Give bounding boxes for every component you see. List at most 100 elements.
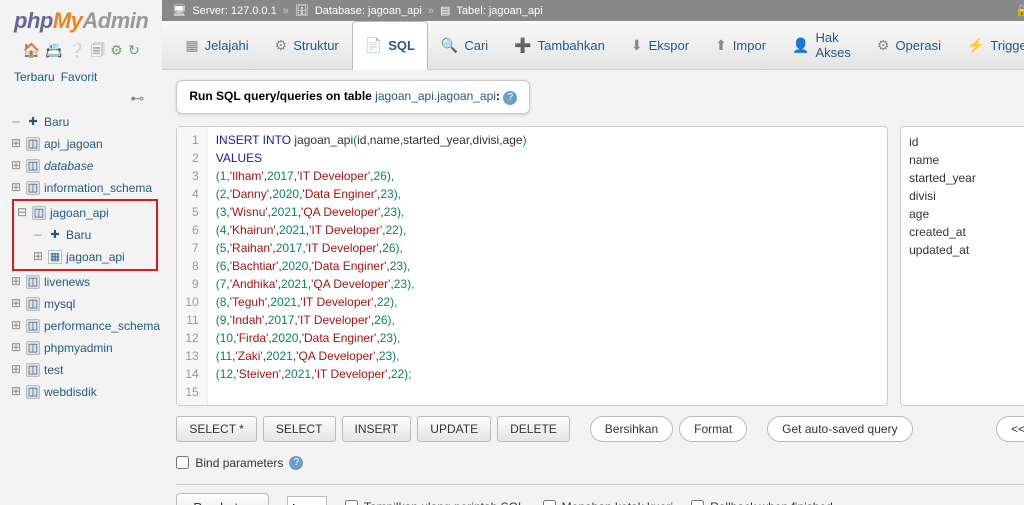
tree-new-table[interactable]: —✚Baru: [14, 224, 156, 246]
settings-icon[interactable]: ⚙: [110, 42, 123, 58]
tab-icon: ▦: [185, 37, 198, 54]
logo-php: php: [14, 8, 53, 33]
tab-struktur[interactable]: ⚙Struktur: [262, 21, 352, 69]
column-divisi[interactable]: divisi: [909, 187, 1024, 205]
retain-label: Menahan kotak kueri: [562, 500, 673, 505]
crumb-database[interactable]: Database: jagoan_api: [315, 5, 422, 17]
database-icon: ◫: [26, 297, 40, 311]
tree-db-api_jagoan[interactable]: ⊞◫api_jagoan: [8, 133, 162, 155]
footer: Pembatas Tampilkan ulang perintah SQL Me…: [176, 484, 1024, 505]
tree-db-performance_schema[interactable]: ⊞◫performance_schema: [8, 315, 162, 337]
tree-db-webdisdik[interactable]: ⊞◫webdisdik: [8, 381, 162, 403]
help-icon[interactable]: ?: [503, 91, 517, 105]
column-updated_at[interactable]: updated_at: [909, 241, 1024, 259]
tree-db-phpmyadmin[interactable]: ⊞◫phpmyadmin: [8, 337, 162, 359]
sql-icon[interactable]: 🗐: [91, 42, 105, 58]
tab-icon: ➕: [514, 37, 531, 54]
collapse-icon[interactable]: ⊷: [0, 90, 162, 111]
tree-db-database[interactable]: ⊞◫database: [8, 155, 162, 177]
tab-cari[interactable]: 🔍Cari: [428, 21, 501, 69]
database-icon: ◫: [26, 363, 40, 377]
breadcrumb: 🖥 Server: 127.0.0.1 » 🗄 Database: jagoan…: [162, 0, 1024, 21]
main: 🖥 Server: 127.0.0.1 » 🗄 Database: jagoan…: [162, 0, 1024, 505]
tab-sql[interactable]: 📄SQL: [352, 21, 428, 70]
home-icon[interactable]: 🏠: [23, 42, 40, 58]
server-icon: 🖥: [172, 4, 186, 17]
reload-icon[interactable]: ↻: [128, 42, 140, 58]
select-star-button[interactable]: SELECT *: [176, 416, 256, 442]
clear-button[interactable]: Bersihkan: [590, 416, 673, 442]
column-list[interactable]: idnamestarted_yeardivisiagecreated_atupd…: [900, 126, 1024, 406]
tab-tambahkan[interactable]: ➕Tambahkan: [501, 21, 618, 69]
runbox-table-link[interactable]: jagoan_api.jagoan_api: [375, 89, 496, 103]
logout-icon[interactable]: 📇: [45, 42, 62, 58]
crumb-server[interactable]: Server: 127.0.0.1: [192, 5, 276, 17]
tree-db-test[interactable]: ⊞◫test: [8, 359, 162, 381]
column-started_year[interactable]: started_year: [909, 169, 1024, 187]
db-tree: —✚Baru ⊞◫api_jagoan⊞◫database⊞◫informati…: [0, 111, 162, 505]
docs-icon[interactable]: ❔: [68, 42, 85, 58]
tab-favorites[interactable]: Favorit: [61, 70, 98, 84]
tree-table-jagoan-api[interactable]: ⊞▦jagoan_api: [14, 246, 156, 268]
content: Run SQL query/queries on table jagoan_ap…: [162, 70, 1024, 505]
tab-impor[interactable]: ⬆Impor: [702, 21, 779, 69]
tab-ekspor[interactable]: ⬇Ekspor: [618, 21, 702, 69]
tree-db-information_schema[interactable]: ⊞◫information_schema: [8, 177, 162, 199]
rollback-label: Rollback when finished: [710, 500, 833, 505]
new-icon: ✚: [48, 228, 62, 242]
select-button[interactable]: SELECT: [263, 416, 336, 442]
collapse-columns-button[interactable]: <<: [996, 416, 1024, 442]
column-name[interactable]: name: [909, 151, 1024, 169]
lock-icon[interactable]: 🔒: [1015, 4, 1024, 17]
tab-hak akses[interactable]: 👤Hak Akses: [779, 21, 864, 69]
runbox-suffix: :: [496, 89, 500, 103]
bind-params-row: Bind parameters ?: [176, 452, 1024, 484]
code-area[interactable]: INSERT INTO jagoan_api(id,name,started_y…: [208, 127, 535, 405]
bind-params-checkbox[interactable]: [176, 456, 189, 469]
format-button[interactable]: Format: [679, 416, 747, 442]
tab-operasi[interactable]: ⚙Operasi: [864, 21, 954, 69]
database-icon: 🗄: [295, 4, 309, 17]
autosaved-button[interactable]: Get auto-saved query: [767, 416, 912, 442]
column-created_at[interactable]: created_at: [909, 223, 1024, 241]
column-id[interactable]: id: [909, 133, 1024, 151]
retain-checkbox[interactable]: [543, 500, 556, 505]
sql-editor[interactable]: 123456789101112131415 INSERT INTO jagoan…: [176, 126, 888, 406]
highlighted-db-group: ⊟◫jagoan_api —✚Baru ⊞▦jagoan_api: [12, 199, 158, 271]
sidebar-tabs: Terbaru Favorit: [0, 66, 162, 90]
table-icon: ▦: [48, 250, 62, 264]
help-icon[interactable]: ?: [289, 456, 303, 470]
tab-recent[interactable]: Terbaru: [14, 70, 55, 84]
logo: phpMyAdmin: [0, 0, 162, 36]
tree-db-jagoan-api[interactable]: ⊟◫jagoan_api: [14, 202, 156, 224]
database-icon: ◫: [32, 206, 46, 220]
runbox-prefix: Run SQL query/queries on table: [189, 89, 375, 103]
database-icon: ◫: [26, 341, 40, 355]
insert-button[interactable]: INSERT: [342, 416, 412, 442]
rollback-checkbox[interactable]: [691, 500, 704, 505]
tree-new[interactable]: —✚Baru: [8, 111, 162, 133]
database-icon: ◫: [26, 159, 40, 173]
run-sql-header: Run SQL query/queries on table jagoan_ap…: [176, 80, 530, 114]
delete-button[interactable]: DELETE: [497, 416, 570, 442]
tree-db-livenews[interactable]: ⊞◫livenews: [8, 271, 162, 293]
sidebar: phpMyAdmin 🏠 📇 ❔ 🗐 ⚙ ↻ Terbaru Favorit ⊷…: [0, 0, 162, 505]
tab-icon: ⬇: [631, 37, 643, 54]
delimiter-input[interactable]: [287, 496, 327, 505]
tab-jelajahi[interactable]: ▦Jelajahi: [172, 21, 261, 69]
show-again-checkbox[interactable]: [345, 500, 358, 505]
tree-db-mysql[interactable]: ⊞◫mysql: [8, 293, 162, 315]
database-icon: ◫: [26, 275, 40, 289]
crumb-table[interactable]: Tabel: jagoan_api: [456, 5, 542, 17]
bind-params-label: Bind parameters: [195, 456, 283, 470]
logo-my: My: [53, 8, 83, 33]
column-age[interactable]: age: [909, 205, 1024, 223]
button-row: SELECT * SELECT INSERT UPDATE DELETE Ber…: [176, 416, 1024, 442]
tab-trigger[interactable]: ⚡Trigger: [954, 21, 1024, 69]
database-icon: ◫: [26, 181, 40, 195]
delimiter-tab: Pembatas: [176, 493, 269, 505]
line-gutter: 123456789101112131415: [177, 127, 207, 405]
sep: »: [428, 5, 434, 17]
tab-icon: 👤: [792, 37, 809, 54]
update-button[interactable]: UPDATE: [417, 416, 491, 442]
